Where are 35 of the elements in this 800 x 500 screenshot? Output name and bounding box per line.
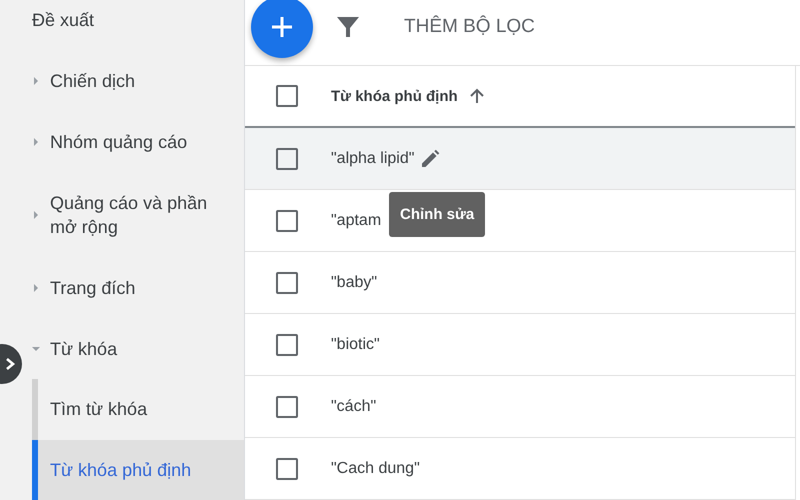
filter-icon[interactable] xyxy=(336,14,360,38)
checkbox[interactable] xyxy=(276,85,298,107)
chevron-right-icon xyxy=(4,357,16,371)
caret-down-icon xyxy=(32,344,40,352)
add-button[interactable] xyxy=(251,0,313,58)
caret-right-icon xyxy=(32,284,40,292)
nav-item[interactable]: Chiến dịch xyxy=(24,50,244,111)
nav-item[interactable]: Quảng cáo và phần mở rộng xyxy=(24,172,244,257)
nav-item[interactable]: Từ khóa xyxy=(24,318,244,379)
checkbox[interactable] xyxy=(276,458,298,480)
add-filter-button[interactable]: THÊM BỘ LỌC xyxy=(404,12,535,42)
checkbox[interactable] xyxy=(276,210,298,232)
table-cell: "alpha lipid" xyxy=(331,150,414,168)
table-cell: "baby" xyxy=(331,274,378,292)
checkbox[interactable] xyxy=(276,272,298,294)
checkbox[interactable] xyxy=(276,334,298,356)
caret-right-icon xyxy=(32,76,40,84)
caret-right-icon xyxy=(32,138,40,146)
caret-right-icon xyxy=(32,210,40,218)
nav-item[interactable]: Nhóm quảng cáo xyxy=(24,111,244,172)
checkbox[interactable] xyxy=(276,396,298,418)
table-cell: "aptam xyxy=(331,212,382,230)
nav-subitem[interactable]: Từ khóa phủ định xyxy=(32,440,244,500)
arrow-up-icon[interactable] xyxy=(470,88,484,104)
table-cell: "Cach dung" xyxy=(331,460,420,478)
tooltip: Chỉnh sửa xyxy=(389,192,486,237)
pencil-icon[interactable] xyxy=(420,148,440,168)
nav-subitem[interactable]: Tìm từ khóa xyxy=(32,379,244,440)
nav-item[interactable]: Đề xuất xyxy=(24,0,244,50)
plus-icon xyxy=(271,16,293,38)
table-cell: "cách" xyxy=(331,398,376,416)
column-header[interactable]: Từ khóa phủ định xyxy=(331,88,458,104)
nav-item[interactable]: Trang đích xyxy=(24,257,244,318)
table-cell: "biotic" xyxy=(331,336,380,354)
checkbox[interactable] xyxy=(276,148,298,170)
